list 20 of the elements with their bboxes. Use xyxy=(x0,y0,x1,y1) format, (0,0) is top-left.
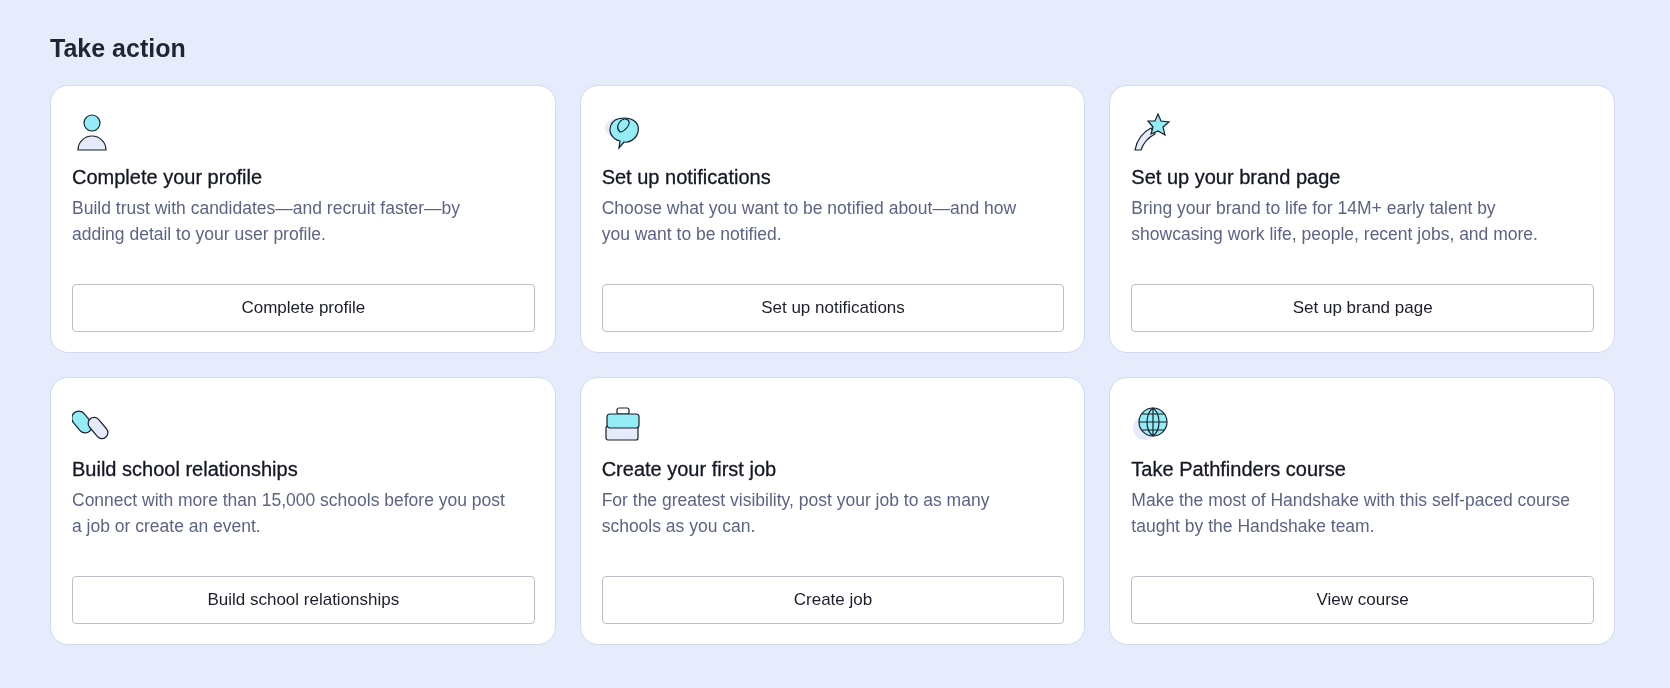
action-button[interactable]: View course xyxy=(1131,576,1594,624)
card-description: Choose what you want to be notified about—and how you want to be notified. xyxy=(601,197,1018,246)
card-title: Create your first job xyxy=(601,458,778,481)
card-title: Complete your profile xyxy=(72,166,264,189)
card-description: Build trust with candidates—and recruit faster—by adding detail to your user profile. xyxy=(72,197,462,246)
card-title: Set up your brand page xyxy=(1131,166,1342,189)
card-description: Connect with more than 15,000 schools before you post a job or create an event. xyxy=(72,489,506,538)
shooting-star-icon xyxy=(1131,112,1172,152)
section-heading: Take action xyxy=(50,34,187,63)
card-title: Take Pathfinders course xyxy=(1131,458,1347,481)
card-description: Make the most of Handshake with this self-paced course taught by the Handshake team. xyxy=(1131,489,1572,538)
action-button[interactable]: Set up brand page xyxy=(1131,284,1594,332)
card-description: Bring your brand to life for 14M+ early talent by showcasing work life, people, recent jobs, and more. xyxy=(1131,197,1539,246)
action-button[interactable]: Build school relationships xyxy=(72,576,535,624)
action-button[interactable]: Complete profile xyxy=(72,284,535,332)
card-description: For the greatest visibility, post your job to as many schools as you can. xyxy=(601,489,991,538)
card-title: Build school relationships xyxy=(72,458,299,481)
card-title: Set up notifications xyxy=(601,166,772,189)
action-button[interactable]: Set up notifications xyxy=(601,284,1065,332)
action-button[interactable]: Create job xyxy=(601,576,1065,624)
